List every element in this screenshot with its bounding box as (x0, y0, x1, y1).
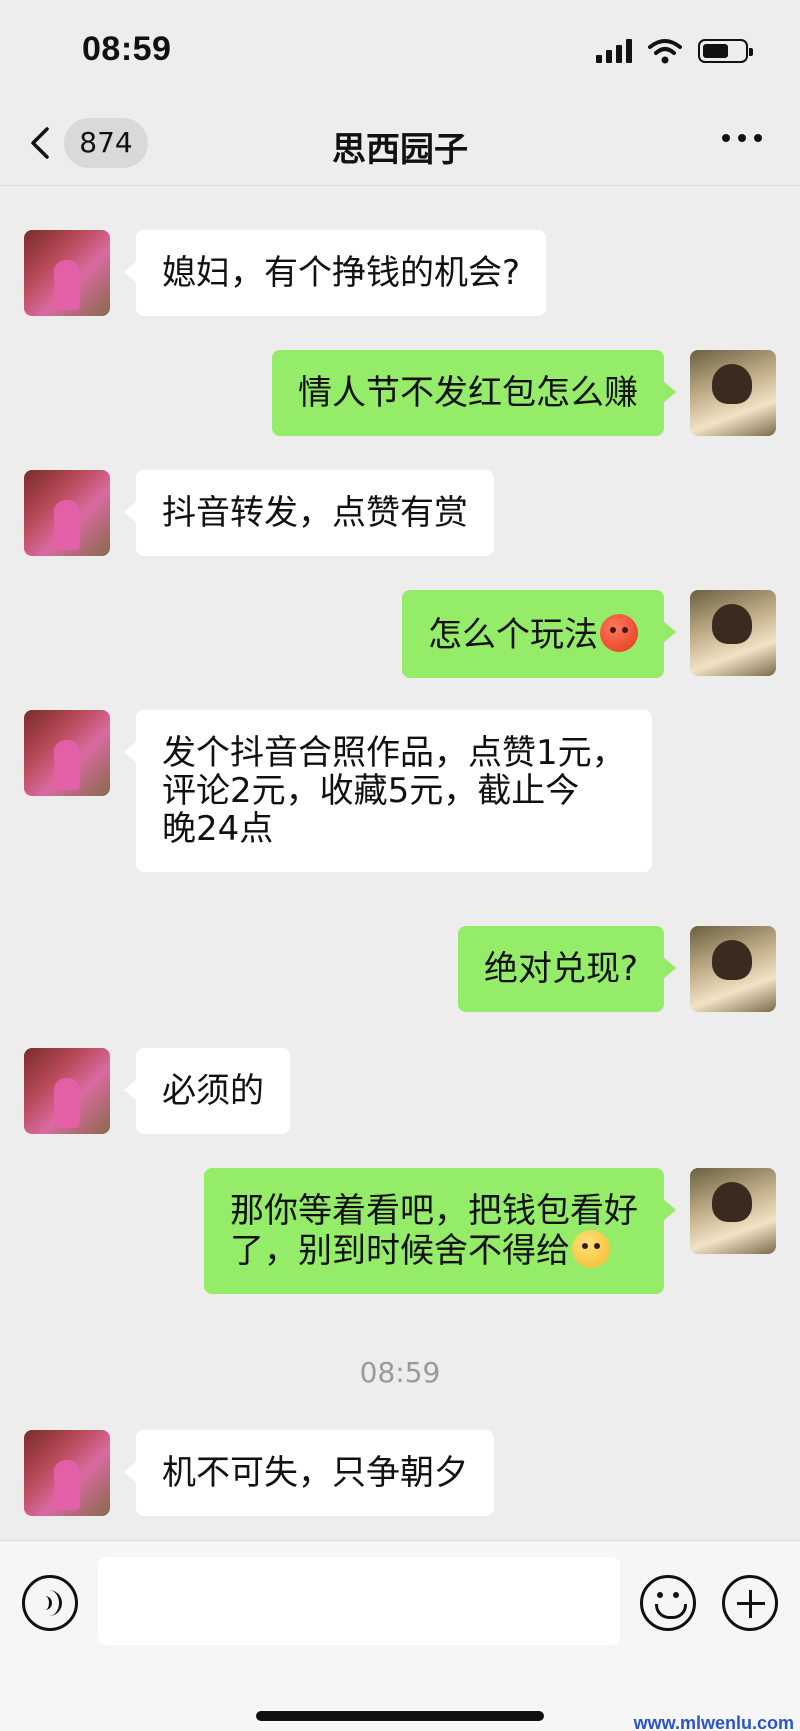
status-icons (596, 38, 753, 64)
input-bar: www.mlwenlu.com (0, 1540, 800, 1731)
more-actions-plus-button[interactable] (722, 1575, 778, 1631)
message-bubble[interactable]: 必须的 (124, 1048, 290, 1134)
contact-avatar[interactable] (24, 1430, 110, 1516)
status-time: 08:59 (82, 30, 172, 68)
hand-over-mouth-emoji-icon (572, 1230, 610, 1268)
self-avatar[interactable] (690, 590, 776, 676)
message-bubble[interactable]: 抖音转发，点赞有赏 (124, 470, 494, 556)
message-bubble[interactable]: 情人节不发红包怎么赚 (272, 350, 676, 436)
wifi-icon (648, 39, 682, 64)
battery-icon (698, 39, 753, 63)
home-indicator[interactable] (256, 1711, 544, 1721)
voice-input-button[interactable] (22, 1575, 78, 1631)
message-bubble[interactable]: 绝对兑现? (457, 926, 677, 1012)
contact-avatar[interactable] (24, 1048, 110, 1134)
message-bubble[interactable]: 那你等着看吧，把钱包看好 了，别到时候舍不得给 (204, 1168, 676, 1294)
chat-header: 874 思西园子 (0, 100, 800, 186)
self-avatar[interactable] (690, 1168, 776, 1254)
self-avatar[interactable] (690, 350, 776, 436)
message-list[interactable]: 媳妇，有个挣钱的机会? 情人节不发红包怎么赚 抖音转发，点赞有赏 怎么个玩法 发… (0, 186, 800, 1540)
message-bubble[interactable]: 机不可失，只争朝夕 (124, 1430, 494, 1516)
watermark: www.mlwenlu.com (633, 1713, 794, 1731)
message-text: 怎么个玩法 (428, 615, 598, 655)
message-timestamp: 08:59 (359, 1356, 441, 1389)
anxious-sweat-emoji-icon (600, 614, 638, 652)
cellular-signal-icon (596, 39, 632, 63)
contact-avatar[interactable] (24, 230, 110, 316)
message-input[interactable] (98, 1557, 620, 1645)
contact-avatar[interactable] (24, 470, 110, 556)
message-bubble[interactable]: 发个抖音合照作品，点赞1元， 评论2元，收藏5元，截止今 晚24点 (124, 710, 652, 872)
message-bubble[interactable]: 怎么个玩法 (402, 590, 676, 678)
more-options-button[interactable] (722, 134, 762, 142)
chat-title: 思西园子 (332, 130, 468, 170)
message-bubble[interactable]: 媳妇，有个挣钱的机会? (123, 230, 547, 316)
self-avatar[interactable] (690, 926, 776, 1012)
status-bar: 08:59 (0, 0, 800, 100)
contact-avatar[interactable] (24, 710, 110, 796)
emoji-button[interactable] (640, 1575, 696, 1631)
